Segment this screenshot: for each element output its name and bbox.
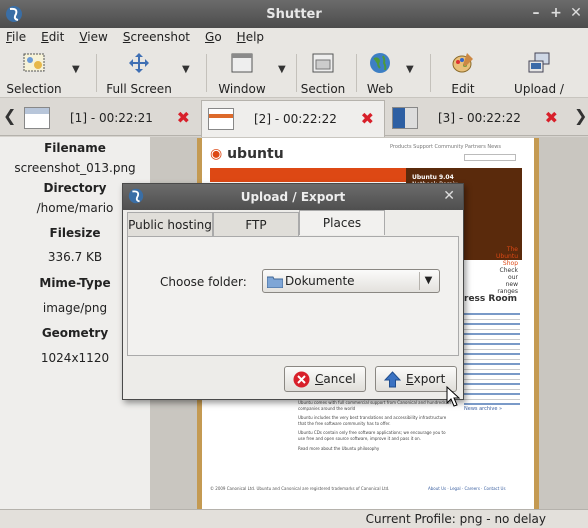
window-icon xyxy=(231,53,253,73)
fullscreen-button[interactable]: Full Screen xyxy=(106,50,172,96)
window-title: Shutter xyxy=(266,6,322,22)
screenshot-tabstrip: [1] - 00:22:21 ✖ [2] - 00:22:22 ✖ [3] - … xyxy=(0,98,588,137)
selection-label: Selection xyxy=(6,82,62,96)
menu-edit[interactable]: Edit xyxy=(41,30,64,44)
tab-label: [3] - 00:22:22 xyxy=(438,111,521,125)
export-label: Export xyxy=(406,372,446,386)
close-tab-icon[interactable]: ✖ xyxy=(545,108,558,127)
cancel-label: Cancel xyxy=(315,372,356,386)
toolbar-separator xyxy=(356,54,357,92)
preview-orange-band xyxy=(210,168,406,182)
dialog-close-icon[interactable]: ✕ xyxy=(443,188,455,204)
paint-palette-icon xyxy=(452,53,473,73)
chevron-down-icon: ▼ xyxy=(419,272,437,290)
folder-select[interactable]: Dokumente ▼ xyxy=(262,269,440,293)
toolbar-separator xyxy=(206,54,207,92)
preview-bullets: Ubuntu comes with full commercial suppor… xyxy=(298,400,451,451)
tab-ftp[interactable]: FTP xyxy=(213,212,299,236)
preview-news-archive: News archive » xyxy=(464,406,503,412)
window-dropdown-icon[interactable]: ▼ xyxy=(278,64,286,75)
dialog-title: Upload / Export xyxy=(240,190,346,204)
close-tab-icon[interactable]: ✖ xyxy=(177,108,190,127)
preview-news-list xyxy=(464,310,520,406)
tab-places[interactable]: Places xyxy=(299,210,385,235)
tab-screenshot-3[interactable]: [3] - 00:22:22 ✖ xyxy=(386,100,568,136)
places-panel: Choose folder: Dokumente ▼ xyxy=(127,236,459,356)
preview-search xyxy=(464,154,516,161)
tab-public-hosting[interactable]: Public hosting xyxy=(127,212,213,236)
selection-button[interactable]: Selection xyxy=(6,50,62,96)
menu-go[interactable]: Go xyxy=(205,30,222,44)
selection-icon xyxy=(23,53,45,72)
current-profile-status: Current Profile: png - no delay xyxy=(365,512,546,526)
edit-button[interactable]: Edit xyxy=(446,50,480,96)
upload-export-button[interactable]: Upload / Export xyxy=(494,50,584,110)
section-label: Section xyxy=(300,82,346,96)
shutter-app-icon xyxy=(6,6,22,22)
minimize-button[interactable]: – xyxy=(528,5,544,21)
mouse-cursor-icon xyxy=(446,386,460,407)
dialog-title-bar[interactable]: Upload / Export ✕ xyxy=(123,184,463,210)
tab-thumbnail xyxy=(208,108,234,130)
window-label: Window xyxy=(218,82,266,96)
menu-screenshot[interactable]: Screenshot xyxy=(123,30,190,44)
menubar: File Edit View Screenshot Go Help xyxy=(0,28,588,46)
tab-screenshot-2[interactable]: [2] - 00:22:22 ✖ xyxy=(201,100,385,137)
edit-label: Edit xyxy=(451,82,475,96)
preview-press-heading: ress Room xyxy=(464,294,518,304)
toolbar-separator xyxy=(430,54,431,92)
globe-icon xyxy=(370,53,390,73)
tab-thumbnail xyxy=(392,107,418,129)
tab-label: [2] - 00:22:22 xyxy=(254,112,337,126)
tabs-scroll-left-icon[interactable]: ❮ xyxy=(3,106,16,125)
upload-export-icon xyxy=(528,52,550,73)
preview-footer-links: About Us · Legal · Careers · Contact Us xyxy=(428,486,506,491)
folder-icon xyxy=(267,276,283,288)
web-button[interactable]: Web xyxy=(364,50,396,96)
preview-footer: © 2009 Canonical Ltd. Ubuntu and Canonic… xyxy=(210,486,390,491)
fullscreen-dropdown-icon[interactable]: ▼ xyxy=(182,64,190,75)
window-button[interactable]: Window xyxy=(216,50,268,96)
cancel-button[interactable]: Cancel xyxy=(284,366,366,392)
filename-value: screenshot_013.png xyxy=(14,161,136,175)
ubuntu-logo: ◉ ubuntu xyxy=(210,146,284,162)
cancel-icon xyxy=(293,371,310,388)
choose-folder-label: Choose folder: xyxy=(160,275,247,289)
tabs-scroll-right-icon[interactable]: ❯ xyxy=(574,106,587,125)
tab-label: [1] - 00:22:21 xyxy=(70,111,153,125)
section-button[interactable]: Section xyxy=(300,50,346,96)
filename-heading: Filename xyxy=(44,141,106,155)
tab-screenshot-1[interactable]: [1] - 00:22:21 ✖ xyxy=(18,100,200,136)
fullscreen-icon xyxy=(129,53,149,73)
menu-file[interactable]: File xyxy=(6,30,26,44)
preview-shop-ad: The Ubuntu Shop Check our new ranges xyxy=(496,246,518,295)
menu-help[interactable]: Help xyxy=(237,30,264,44)
close-tab-icon[interactable]: ✖ xyxy=(361,109,374,128)
section-icon xyxy=(312,53,334,73)
export-button[interactable]: Export xyxy=(375,366,457,392)
web-label: Web xyxy=(366,82,394,96)
upload-export-dialog: Upload / Export ✕ Public hosting FTP Pla… xyxy=(122,183,464,400)
menu-view[interactable]: View xyxy=(79,30,107,44)
folder-select-value: Dokumente xyxy=(285,274,355,288)
toolbar-separator xyxy=(96,54,97,92)
upload-arrow-icon xyxy=(384,371,401,388)
selection-dropdown-icon[interactable]: ▼ xyxy=(72,64,80,75)
toolbar-separator xyxy=(296,54,297,92)
status-bar: Current Profile: png - no delay xyxy=(0,509,588,528)
web-dropdown-icon[interactable]: ▼ xyxy=(406,64,414,75)
toolbar: Selection ▼ Full Screen ▼ Window ▼ Secti… xyxy=(0,46,588,110)
shutter-app-icon xyxy=(128,188,144,204)
close-window-button[interactable]: ✕ xyxy=(568,5,584,21)
maximize-button[interactable]: + xyxy=(548,5,564,21)
title-bar[interactable]: Shutter – + ✕ xyxy=(0,0,588,28)
tab-thumbnail xyxy=(24,107,50,129)
preview-nav: Products Support Community Partners News xyxy=(390,144,501,150)
fullscreen-label: Full Screen xyxy=(106,82,172,96)
